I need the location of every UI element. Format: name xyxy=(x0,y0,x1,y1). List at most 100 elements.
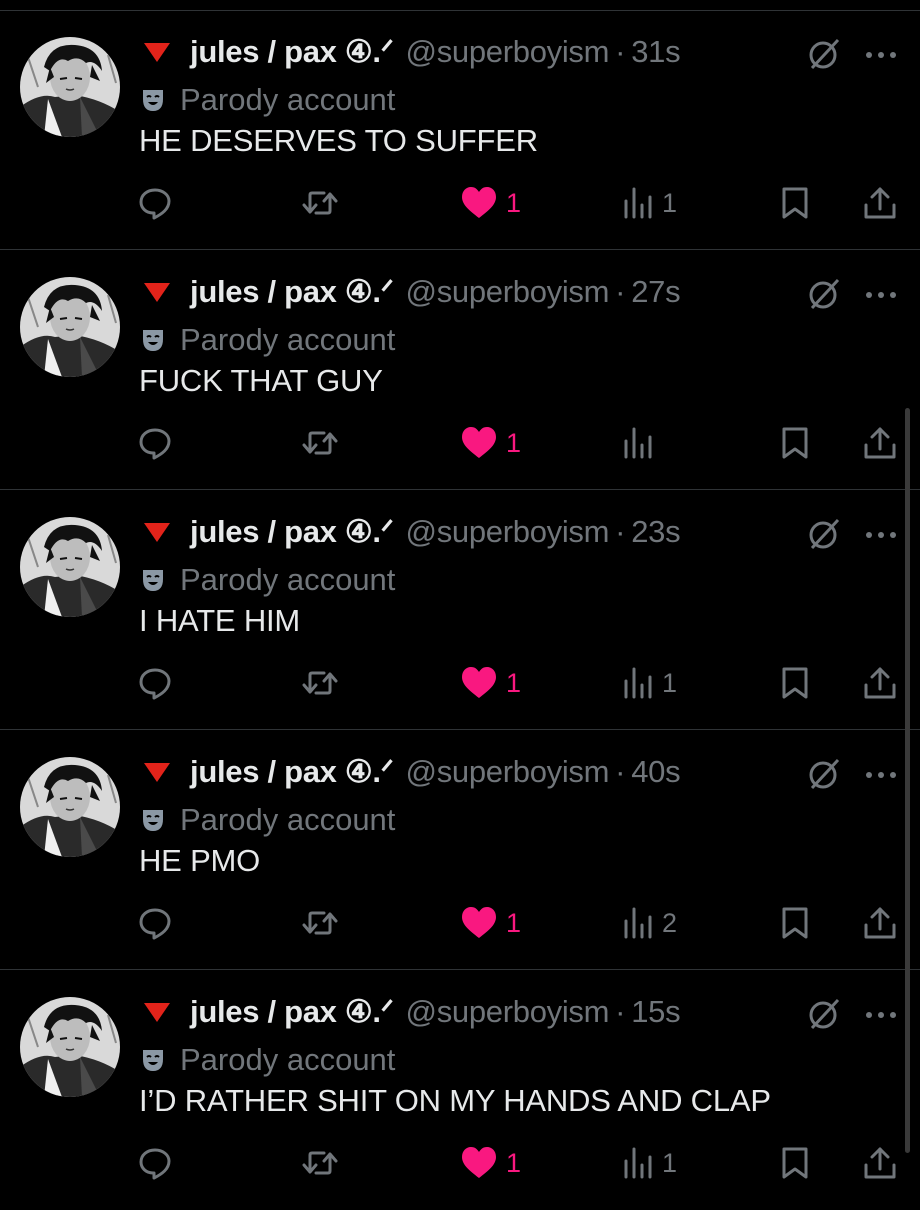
heart-filled-icon xyxy=(462,1147,496,1178)
share-icon xyxy=(864,667,896,699)
post-header: jules / pax ④.ᐟ @superboyism · 23s xyxy=(142,510,681,554)
like-button[interactable]: 1 xyxy=(460,905,521,941)
share-button[interactable] xyxy=(862,1145,898,1181)
like-button[interactable]: 1 xyxy=(460,185,521,221)
more-horizontal-icon[interactable] xyxy=(865,770,897,780)
display-name[interactable]: jules / pax ④.ᐟ xyxy=(190,34,394,70)
avatar[interactable] xyxy=(20,997,120,1097)
bookmark-icon xyxy=(782,667,808,699)
parody-label-row: Parody account xyxy=(140,320,395,360)
bookmark-button[interactable] xyxy=(779,665,811,701)
parody-label-row: Parody account xyxy=(140,560,395,600)
views-button[interactable]: 1 xyxy=(622,665,677,701)
like-button[interactable]: 1 xyxy=(460,665,521,701)
post[interactable]: jules / pax ④.ᐟ @superboyism · 15s Parod… xyxy=(0,970,920,1210)
timestamp[interactable]: 15s xyxy=(631,994,680,1030)
share-button[interactable] xyxy=(862,185,898,221)
bookmark-button[interactable] xyxy=(779,425,811,461)
reply-button[interactable] xyxy=(137,665,173,701)
views-button[interactable]: 2 xyxy=(622,905,677,941)
grok-icon[interactable] xyxy=(807,277,841,311)
post[interactable]: jules / pax ④.ᐟ @superboyism · 40s Parod… xyxy=(0,730,920,970)
more-horizontal-icon[interactable] xyxy=(865,530,897,540)
scrollbar[interactable] xyxy=(905,408,910,1153)
like-count: 1 xyxy=(506,427,522,458)
views-button[interactable]: 1 xyxy=(622,1145,677,1181)
views-button[interactable]: 1 xyxy=(622,185,677,221)
analytics-icon xyxy=(624,1147,652,1179)
like-button[interactable]: 1 xyxy=(460,425,521,461)
reply-button[interactable] xyxy=(137,185,173,221)
parody-account-label: Parody account xyxy=(180,82,396,117)
grok-icon[interactable] xyxy=(807,37,841,71)
separator: · xyxy=(615,994,626,1029)
share-button[interactable] xyxy=(862,665,898,701)
bookmark-button[interactable] xyxy=(779,1145,811,1181)
separator: · xyxy=(615,754,626,789)
repost-button[interactable] xyxy=(300,185,340,221)
post[interactable]: jules / pax ④.ᐟ @superboyism · 27s Parod… xyxy=(0,250,920,490)
avatar[interactable] xyxy=(20,277,120,377)
user-handle[interactable]: @superboyism xyxy=(406,274,610,310)
post-header: jules / pax ④.ᐟ @superboyism · 15s xyxy=(142,990,681,1034)
grok-icon[interactable] xyxy=(807,757,841,791)
post-text: I’D RATHER SHIT ON MY HANDS AND CLAP xyxy=(139,1083,771,1118)
parody-account-label: Parody account xyxy=(180,562,396,597)
avatar[interactable] xyxy=(20,37,120,137)
share-icon xyxy=(864,907,896,939)
reply-button[interactable] xyxy=(137,1145,173,1181)
timestamp[interactable]: 23s xyxy=(631,514,680,550)
more-horizontal-icon[interactable] xyxy=(865,1010,897,1020)
red-triangle-icon xyxy=(144,523,170,542)
display-name[interactable]: jules / pax ④.ᐟ xyxy=(190,754,394,790)
bookmark-button[interactable] xyxy=(779,905,811,941)
separator: · xyxy=(615,274,626,309)
repost-button[interactable] xyxy=(300,905,340,941)
repost-button[interactable] xyxy=(300,425,340,461)
share-button[interactable] xyxy=(862,905,898,941)
repost-button[interactable] xyxy=(300,665,340,701)
like-count: 1 xyxy=(506,187,522,218)
repost-icon xyxy=(302,1151,338,1175)
user-handle[interactable]: @superboyism xyxy=(406,754,610,790)
views-button[interactable] xyxy=(622,425,662,461)
analytics-icon xyxy=(624,907,652,939)
more-horizontal-icon[interactable] xyxy=(865,50,897,60)
reply-button[interactable] xyxy=(137,425,173,461)
theater-mask-icon xyxy=(143,330,163,351)
timestamp[interactable]: 27s xyxy=(631,274,680,310)
reply-icon xyxy=(139,428,171,460)
bookmark-button[interactable] xyxy=(779,185,811,221)
red-triangle-icon xyxy=(144,763,170,782)
separator: · xyxy=(615,514,626,549)
bookmark-icon xyxy=(782,187,808,219)
user-handle[interactable]: @superboyism xyxy=(406,514,610,550)
red-triangle-icon xyxy=(144,43,170,62)
separator: · xyxy=(615,34,626,69)
more-horizontal-icon[interactable] xyxy=(865,290,897,300)
timestamp[interactable]: 31s xyxy=(631,34,680,70)
post-text: FUCK THAT GUY xyxy=(139,363,383,398)
repost-button[interactable] xyxy=(300,1145,340,1181)
share-icon xyxy=(864,427,896,459)
user-handle[interactable]: @superboyism xyxy=(406,994,610,1030)
grok-icon[interactable] xyxy=(807,997,841,1031)
avatar[interactable] xyxy=(20,757,120,857)
heart-filled-icon xyxy=(462,667,496,698)
display-name[interactable]: jules / pax ④.ᐟ xyxy=(190,514,394,550)
heart-filled-icon xyxy=(462,427,496,458)
like-button[interactable]: 1 xyxy=(460,1145,521,1181)
timestamp[interactable]: 40s xyxy=(631,754,680,790)
parody-account-label: Parody account xyxy=(180,802,396,837)
repost-icon xyxy=(302,671,338,695)
post[interactable]: jules / pax ④.ᐟ @superboyism · 31s Parod… xyxy=(0,10,920,250)
display-name[interactable]: jules / pax ④.ᐟ xyxy=(190,274,394,310)
share-button[interactable] xyxy=(862,425,898,461)
reply-button[interactable] xyxy=(137,905,173,941)
avatar[interactable] xyxy=(20,517,120,617)
post[interactable]: jules / pax ④.ᐟ @superboyism · 23s Parod… xyxy=(0,490,920,730)
display-name[interactable]: jules / pax ④.ᐟ xyxy=(190,994,394,1030)
like-count: 1 xyxy=(506,667,522,698)
grok-icon[interactable] xyxy=(807,517,841,551)
user-handle[interactable]: @superboyism xyxy=(406,34,610,70)
